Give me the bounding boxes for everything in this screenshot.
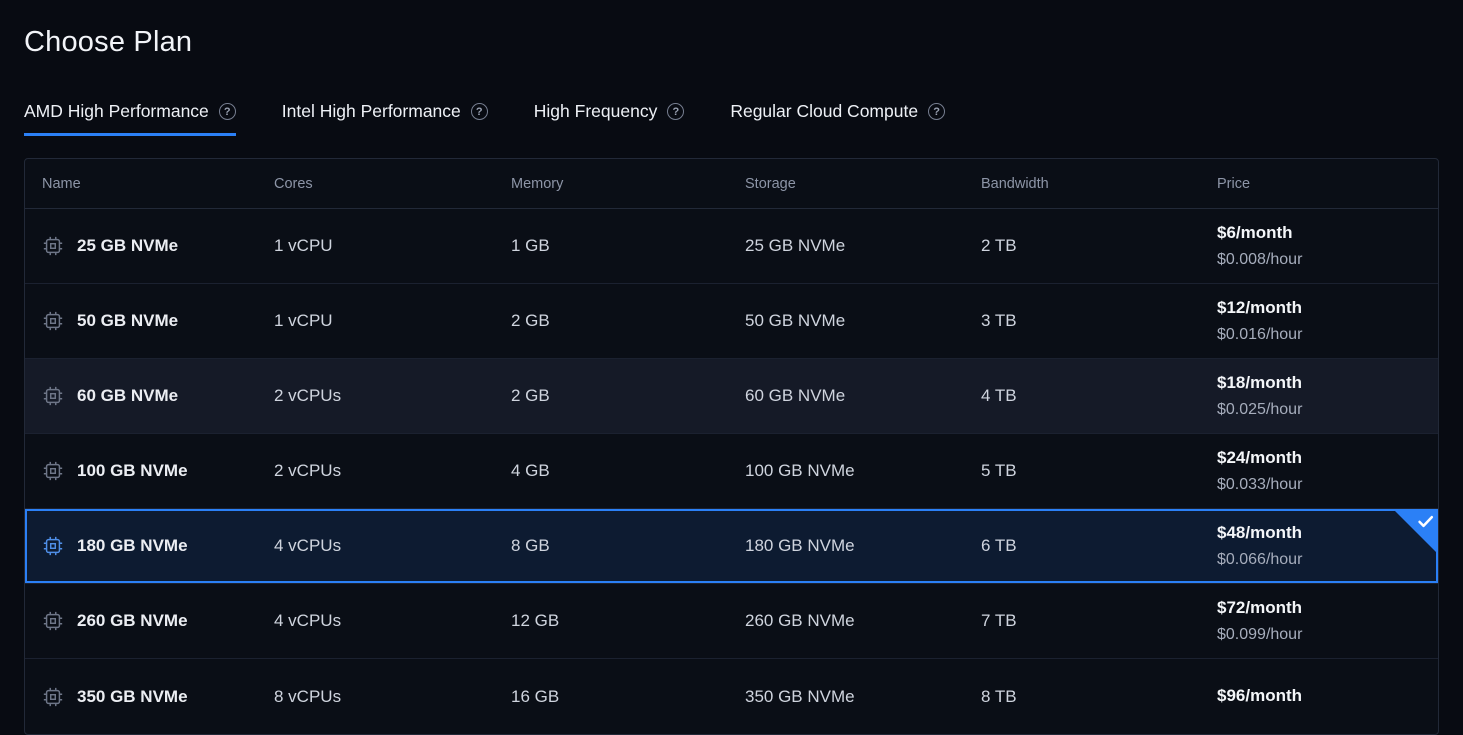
tab-high-frequency[interactable]: High Frequency? [534, 101, 685, 136]
plan-name: 100 GB NVMe [77, 461, 188, 481]
plan-row-25-gb-nvme[interactable]: 25 GB NVMe1 vCPU1 GB25 GB NVMe2 TB$6/mon… [25, 209, 1438, 284]
plan-name-cell: 25 GB NVMe [42, 235, 274, 257]
tab-label: AMD High Performance [24, 101, 209, 122]
plan-row-350-gb-nvme[interactable]: 350 GB NVMe8 vCPUs16 GB350 GB NVMe8 TB$9… [25, 659, 1438, 734]
tab-regular-cloud-compute[interactable]: Regular Cloud Compute? [730, 101, 945, 136]
plan-price-cell: $6/month $0.008/hour [1217, 223, 1438, 269]
plan-memory: 4 GB [511, 461, 745, 481]
plan-name-cell: 60 GB NVMe [42, 385, 274, 407]
plan-row-180-gb-nvme[interactable]: 180 GB NVMe4 vCPUs8 GB180 GB NVMe6 TB$48… [25, 509, 1438, 584]
column-header-storage: Storage [745, 176, 981, 192]
tab-label: Intel High Performance [282, 101, 461, 122]
page-title: Choose Plan [24, 26, 1439, 59]
column-header-memory: Memory [511, 176, 745, 192]
plan-price-hour: $0.025/hour [1217, 400, 1438, 419]
table-header-row: NameCoresMemoryStorageBandwidthPrice [25, 159, 1438, 209]
tab-label: Regular Cloud Compute [730, 101, 918, 122]
column-header-bandwidth: Bandwidth [981, 176, 1217, 192]
plan-memory: 2 GB [511, 386, 745, 406]
plan-storage: 50 GB NVMe [745, 311, 981, 331]
plan-cores: 1 vCPU [274, 311, 511, 331]
question-mark-circle-icon[interactable]: ? [928, 103, 945, 120]
plan-row-100-gb-nvme[interactable]: 100 GB NVMe2 vCPUs4 GB100 GB NVMe5 TB$24… [25, 434, 1438, 509]
plan-name: 25 GB NVMe [77, 236, 178, 256]
plan-cores: 8 vCPUs [274, 687, 511, 707]
plan-memory: 8 GB [511, 536, 745, 556]
plan-type-tabs: AMD High Performance?Intel High Performa… [24, 101, 1439, 136]
choose-plan-page: Choose Plan AMD High Performance?Intel H… [0, 0, 1463, 735]
cpu-chip-icon [42, 610, 64, 632]
plan-bandwidth: 4 TB [981, 386, 1217, 406]
plan-price-month: $96/month [1217, 686, 1438, 706]
plan-storage: 260 GB NVMe [745, 611, 981, 631]
plan-row-260-gb-nvme[interactable]: 260 GB NVMe4 vCPUs12 GB260 GB NVMe7 TB$7… [25, 584, 1438, 659]
plan-bandwidth: 8 TB [981, 687, 1217, 707]
plan-storage: 25 GB NVMe [745, 236, 981, 256]
plan-storage: 350 GB NVMe [745, 687, 981, 707]
cpu-chip-icon [42, 385, 64, 407]
plans-table: NameCoresMemoryStorageBandwidthPrice 25 … [24, 158, 1439, 735]
plan-price-cell: $96/month [1217, 686, 1438, 706]
column-header-cores: Cores [274, 176, 511, 192]
plan-cores: 1 vCPU [274, 236, 511, 256]
cpu-chip-icon [42, 310, 64, 332]
question-mark-circle-icon[interactable]: ? [219, 103, 236, 120]
plan-name-cell: 180 GB NVMe [42, 535, 274, 557]
tab-label: High Frequency [534, 101, 658, 122]
plan-price-cell: $12/month $0.016/hour [1217, 298, 1438, 344]
checkmark-icon [1416, 512, 1435, 531]
plan-bandwidth: 7 TB [981, 611, 1217, 631]
table-body: 25 GB NVMe1 vCPU1 GB25 GB NVMe2 TB$6/mon… [25, 209, 1438, 734]
plan-bandwidth: 6 TB [981, 536, 1217, 556]
plan-price-hour: $0.008/hour [1217, 250, 1438, 269]
plan-name: 260 GB NVMe [77, 611, 188, 631]
plan-name: 350 GB NVMe [77, 687, 188, 707]
plan-bandwidth: 5 TB [981, 461, 1217, 481]
plan-price-cell: $24/month $0.033/hour [1217, 448, 1438, 494]
plan-row-50-gb-nvme[interactable]: 50 GB NVMe1 vCPU2 GB50 GB NVMe3 TB$12/mo… [25, 284, 1438, 359]
plan-price-hour: $0.016/hour [1217, 325, 1438, 344]
question-mark-circle-icon[interactable]: ? [471, 103, 488, 120]
plan-cores: 2 vCPUs [274, 461, 511, 481]
plan-price-cell: $72/month $0.099/hour [1217, 598, 1438, 644]
plan-cores: 2 vCPUs [274, 386, 511, 406]
plan-row-60-gb-nvme[interactable]: 60 GB NVMe2 vCPUs2 GB60 GB NVMe4 TB$18/m… [25, 359, 1438, 434]
plan-price-cell: $18/month $0.025/hour [1217, 373, 1438, 419]
plan-memory: 2 GB [511, 311, 745, 331]
column-header-name: Name [42, 176, 274, 192]
tab-amd-high-performance[interactable]: AMD High Performance? [24, 101, 236, 136]
plan-price-month: $72/month [1217, 598, 1438, 618]
tab-intel-high-performance[interactable]: Intel High Performance? [282, 101, 488, 136]
plan-storage: 180 GB NVMe [745, 536, 981, 556]
column-header-price: Price [1217, 176, 1438, 192]
cpu-chip-icon [42, 235, 64, 257]
plan-memory: 12 GB [511, 611, 745, 631]
plan-name: 180 GB NVMe [77, 536, 188, 556]
plan-name-cell: 350 GB NVMe [42, 686, 274, 708]
plan-price-month: $18/month [1217, 373, 1438, 393]
plan-memory: 1 GB [511, 236, 745, 256]
plan-price-hour: $0.033/hour [1217, 475, 1438, 494]
plan-name: 50 GB NVMe [77, 311, 178, 331]
plan-name-cell: 260 GB NVMe [42, 610, 274, 632]
plan-storage: 100 GB NVMe [745, 461, 981, 481]
plan-price-hour: $0.099/hour [1217, 625, 1438, 644]
cpu-chip-icon [42, 535, 64, 557]
plan-cores: 4 vCPUs [274, 536, 511, 556]
plan-name-cell: 50 GB NVMe [42, 310, 274, 332]
cpu-chip-icon [42, 686, 64, 708]
question-mark-circle-icon[interactable]: ? [667, 103, 684, 120]
plan-bandwidth: 3 TB [981, 311, 1217, 331]
plan-name-cell: 100 GB NVMe [42, 460, 274, 482]
plan-bandwidth: 2 TB [981, 236, 1217, 256]
plan-memory: 16 GB [511, 687, 745, 707]
plan-storage: 60 GB NVMe [745, 386, 981, 406]
plan-price-month: $12/month [1217, 298, 1438, 318]
plan-cores: 4 vCPUs [274, 611, 511, 631]
plan-price-month: $24/month [1217, 448, 1438, 468]
plan-price-month: $6/month [1217, 223, 1438, 243]
cpu-chip-icon [42, 460, 64, 482]
plan-name: 60 GB NVMe [77, 386, 178, 406]
